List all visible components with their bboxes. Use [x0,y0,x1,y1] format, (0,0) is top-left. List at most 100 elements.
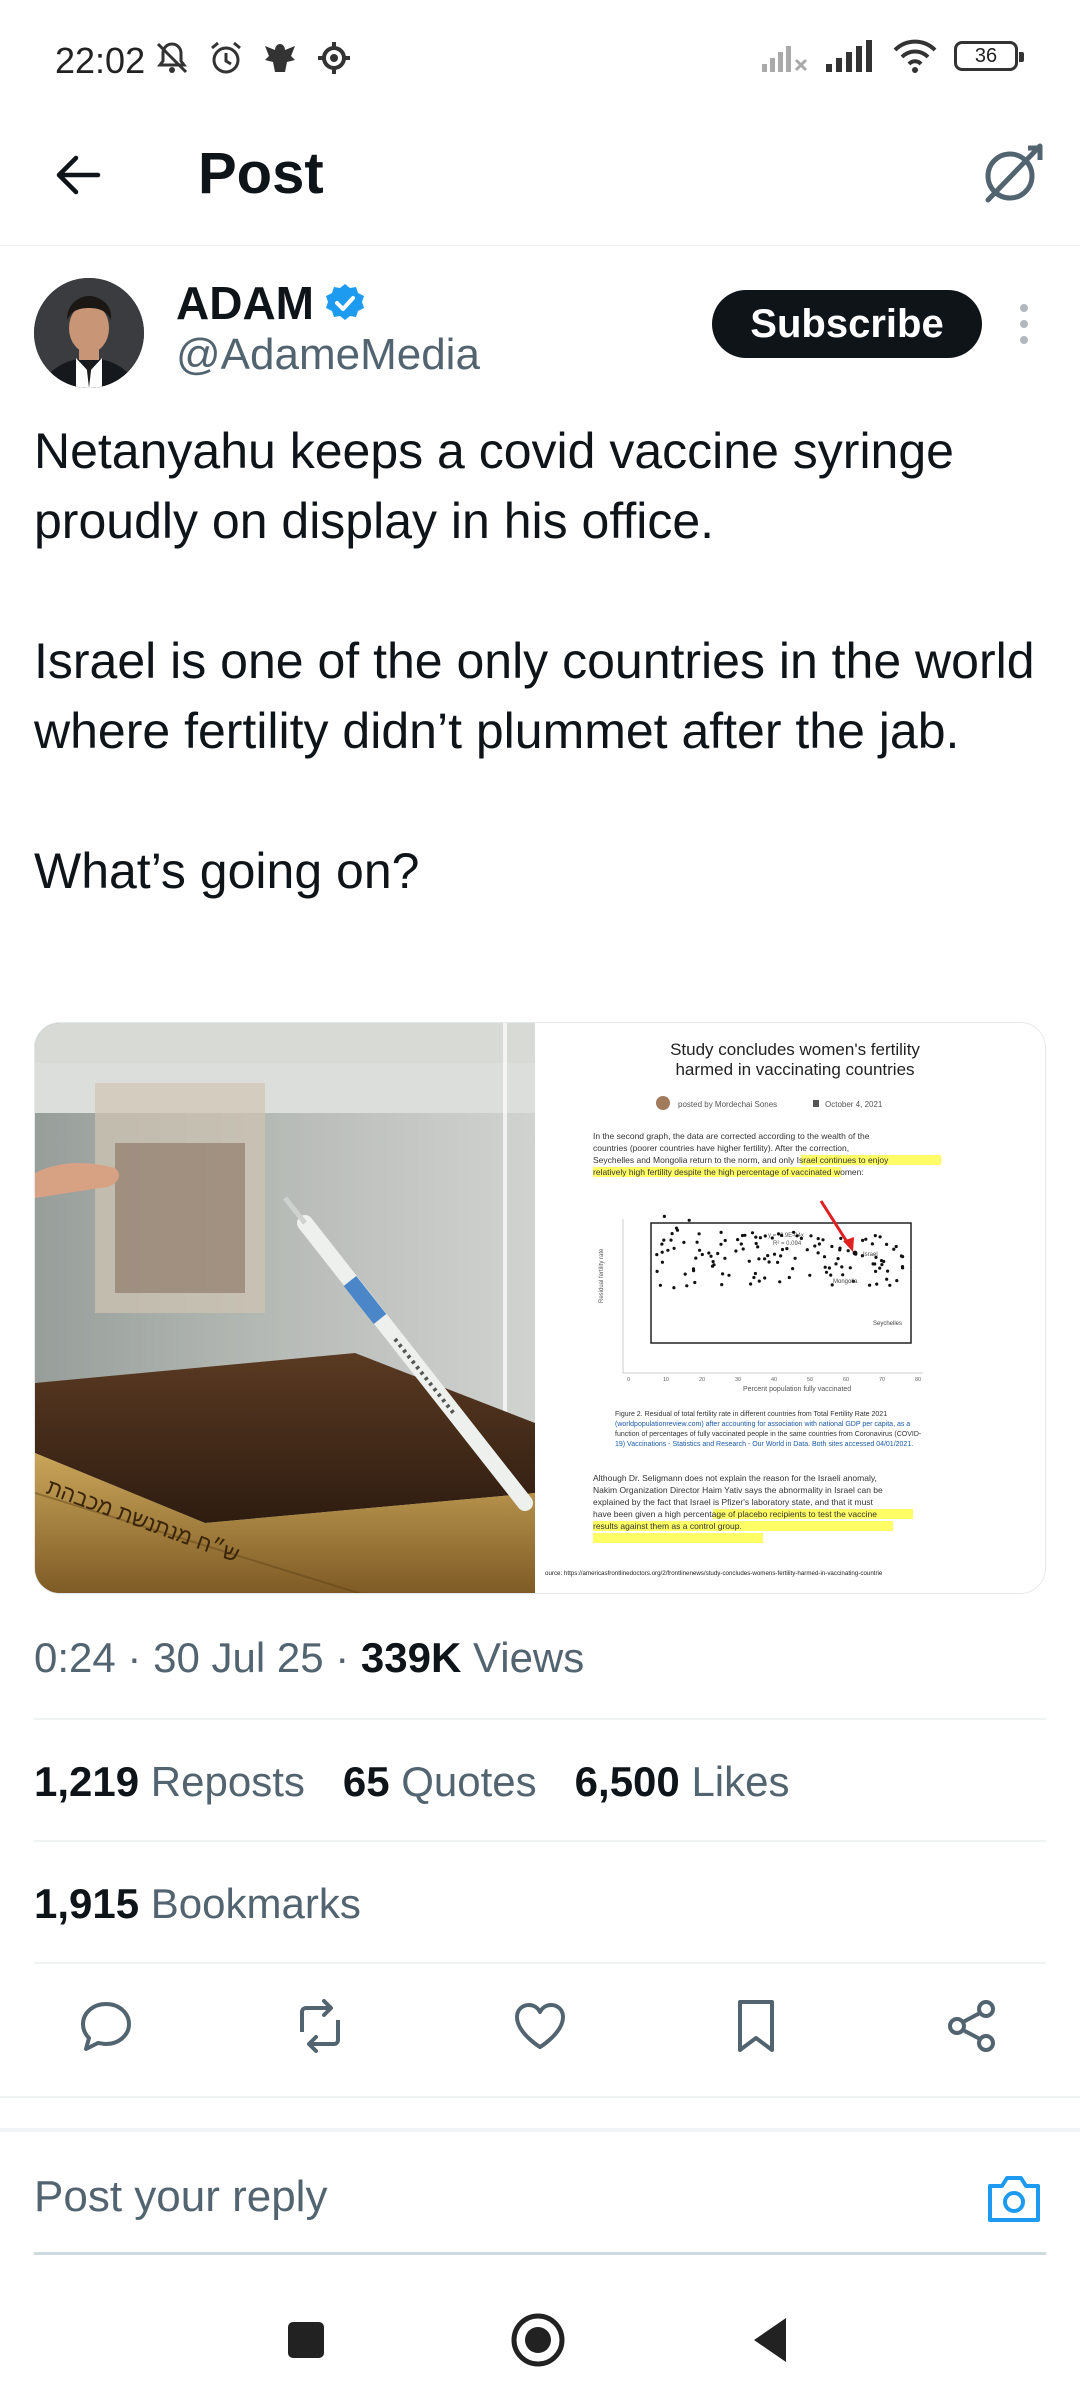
israel-label: Israel [863,1252,878,1258]
home-icon[interactable] [508,2310,568,2370]
reply-input[interactable]: Post your reply [34,2172,327,2222]
scatter-point [767,1260,771,1264]
scatter-point [687,1218,691,1222]
scatter-point [757,1257,761,1261]
scatter-point [750,1231,755,1235]
chart-xtick: 60 [843,1377,849,1383]
scatter-point [756,1245,760,1249]
recents-icon[interactable] [276,2310,336,2370]
seychelles-label: Seychelles [873,1321,902,1327]
chart-xtick: 30 [735,1377,741,1383]
author-name[interactable]: ADAM [176,276,366,330]
signal-icon [826,40,872,72]
scatter-point [868,1283,872,1287]
article-para2-line: Although Dr. Seligmann does not explain … [593,1473,877,1483]
scatter-point [895,1279,899,1283]
article-para2-line: results against them as a control group. [593,1521,742,1531]
reposts-count: 1,219 [34,1758,140,1805]
scatter-point [840,1265,844,1269]
media-article-screenshot[interactable]: Study concludes women's fertility harmed… [543,1023,1045,1593]
article-title-line1: Study concludes women's fertility [670,1040,920,1059]
share-icon[interactable] [942,1996,1002,2056]
scatter-point [666,1248,670,1252]
page-title: Post [198,141,324,206]
views-count: 339K [360,1634,462,1681]
post-time: 0:24 [34,1634,116,1681]
quotes-count: 65 [342,1758,390,1805]
divider [34,1840,1046,1842]
scatter-point [772,1252,777,1256]
scatter-point [700,1252,704,1257]
article-title-line2: harmed in vaccinating countries [675,1060,914,1079]
author-handle[interactable]: @AdameMedia [176,330,480,380]
repost-icon[interactable] [290,1996,350,2056]
scatter-point [682,1240,686,1244]
post-paragraph: Israel is one of the only countries in t… [34,633,1035,759]
scatter-point [821,1238,825,1242]
scatter-point [660,1250,664,1254]
scatter-point [875,1282,879,1286]
article-figure-line: function of percentages of fully vaccina… [615,1431,922,1438]
scatter-point [757,1279,761,1283]
back-nav-icon[interactable] [742,2310,802,2370]
divider [34,1718,1046,1720]
chart-ylabel: Residual fertility rate [599,1248,605,1303]
article-figure-line: Figure 2. Residual of total fertility ra… [615,1411,887,1418]
scatter-point [658,1283,662,1287]
scatter-point [758,1236,762,1240]
scatter-point [824,1270,829,1274]
scatter-point [871,1262,875,1266]
scatter-point [861,1238,865,1242]
camera-icon[interactable] [984,2170,1044,2226]
verified-badge-icon [325,284,364,320]
status-bar: 22:02 36 [0,0,1080,120]
quotes-stat[interactable]: 65 Quotes [343,1758,537,1806]
grok-icon[interactable] [976,138,1048,210]
more-vertical-icon[interactable] [1016,300,1032,348]
scatter-point [785,1247,789,1251]
scatter-point [816,1237,820,1241]
article-figure-line: 19) Vaccinations - Statistics and Resear… [615,1441,913,1448]
scatter-point [793,1256,797,1260]
article-para1-line: In the second graph, the data are correc… [593,1131,870,1141]
reposts-stat[interactable]: 1,219 Reposts [34,1758,305,1806]
scatter-point [672,1286,676,1290]
article-source: ource: https://americasfrontlinedoctors.… [545,1570,883,1577]
chart-xtick: 10 [663,1377,669,1383]
scatter-point [716,1251,720,1256]
arrow-left-icon[interactable] [48,145,108,205]
divider [34,1962,1046,1964]
scatter-point [813,1244,817,1248]
likes-count: 6,500 [574,1758,680,1805]
bookmarks-label: Bookmarks [150,1880,361,1927]
bookmarks-stat[interactable]: 1,915 Bookmarks [34,1880,361,1928]
dnd-off-icon [156,42,188,74]
scatter-point [770,1236,774,1240]
post-media[interactable]: ש״ח מנתנשת מכבהת Study concludes women's… [34,1022,1046,1594]
reposts-label: Reposts [150,1758,305,1805]
avatar[interactable] [34,278,144,388]
scatter-point [723,1256,727,1260]
scatter-point [799,1236,803,1240]
scatter-point [685,1284,689,1288]
likes-stat[interactable]: 6,500 Likes [575,1758,790,1806]
scatter-point [822,1255,827,1259]
scatter-point [805,1248,809,1252]
reply-icon[interactable] [76,1996,136,2056]
subscribe-button[interactable]: Subscribe [712,290,982,358]
scatter-point [719,1230,723,1234]
media-video-syringe[interactable]: ש״ח מנתנשת מכבהת [35,1023,535,1593]
scatter-point [754,1235,758,1239]
avatar-image [34,278,144,388]
scatter-point [660,1260,664,1264]
scatter-point [795,1234,799,1238]
scatter-point [766,1254,770,1258]
alarm-icon [211,41,241,74]
scatter-point [823,1265,827,1269]
like-icon[interactable] [510,1996,570,2056]
scatter-point [834,1262,838,1266]
bookmarks-count: 1,915 [34,1880,140,1927]
bookmark-icon[interactable] [726,1996,786,2056]
meta-separator: · [335,1634,350,1681]
chart-xtick: 40 [771,1377,777,1383]
